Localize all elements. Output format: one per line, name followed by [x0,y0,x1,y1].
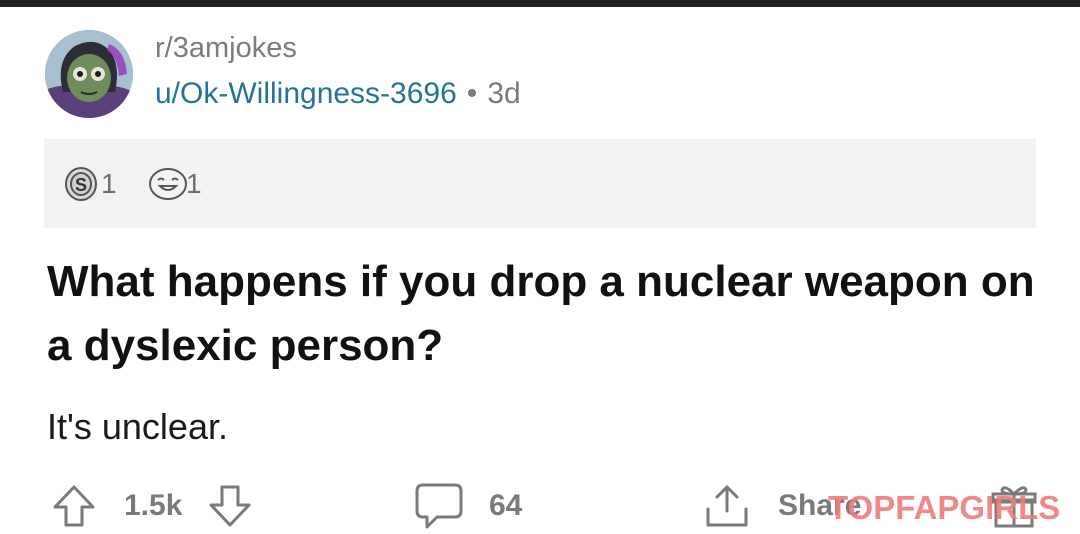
avatar[interactable] [45,30,133,118]
post-age: 3d [487,77,521,110]
silver-award-icon: S [64,166,98,202]
comment-count: 64 [489,489,523,522]
post-body: It's unclear. [47,406,228,447]
downvote-arrow-icon[interactable] [206,482,254,530]
upvote-arrow-icon[interactable] [50,482,98,530]
username-link[interactable]: u/Ok-Willingness-3696 [155,77,457,110]
post-title[interactable]: What happens if you drop a nuclear weapo… [47,250,1047,378]
watermark: TOPFAPGIRLS [828,489,1061,526]
share-icon [702,481,752,531]
award-count: 1 [101,168,117,199]
avatar-image [45,30,133,118]
top-edge-bar [0,0,1080,7]
vote-score: 1.5k [124,489,183,522]
comment-bubble-icon [413,481,465,531]
awards-bar[interactable]: S 1 1 [44,139,1036,228]
award-laughing[interactable]: 1 [148,166,202,202]
award-count: 1 [186,168,202,199]
post-meta: u/Ok-Willingness-3696 • 3d [155,77,521,111]
comments-button[interactable]: 64 [413,478,522,534]
svg-text:S: S [75,175,87,195]
meta-separator: • [466,77,478,110]
award-silver[interactable]: S 1 [64,166,117,202]
subreddit-link[interactable]: r/3amjokes [155,32,297,65]
vote-controls: 1.5k [50,478,254,534]
laughing-award-icon [148,166,190,202]
